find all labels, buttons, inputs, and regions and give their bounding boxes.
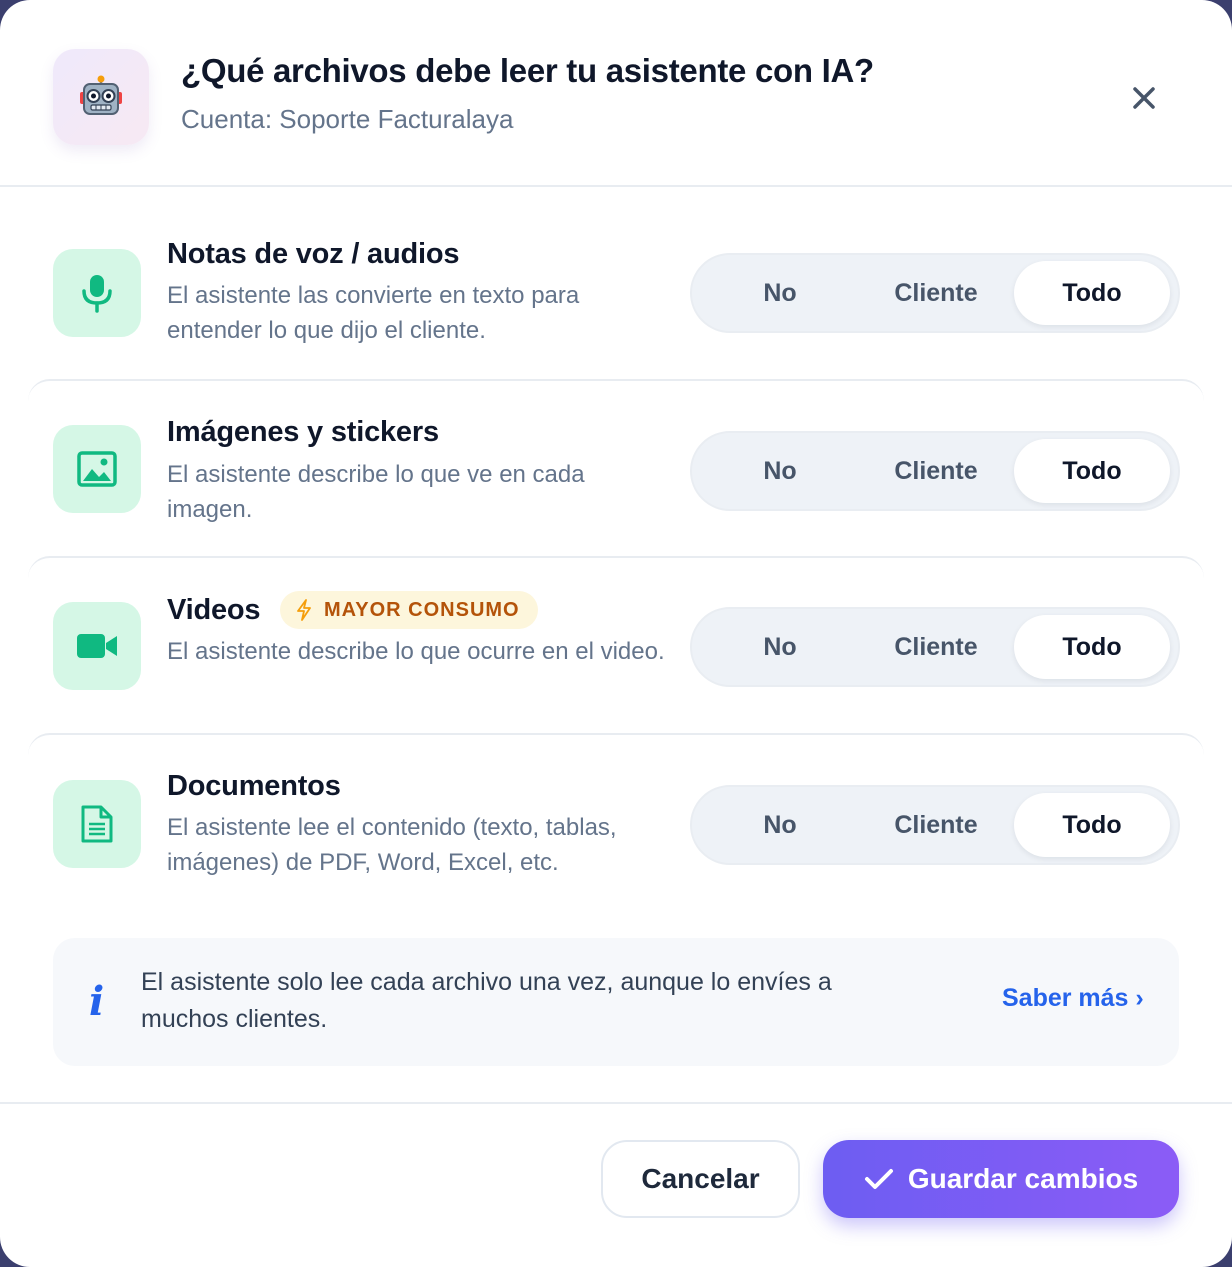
close-icon [1133,87,1155,109]
info-icon: i [89,978,105,1025]
setting-row-videos: Videos MAYOR CONSUMO El asistente descri… [28,556,1204,734]
modal-header: ¿Qué archivos debe leer tu asistente con… [0,0,1232,187]
segmented-control-documents: No Cliente Todo [690,785,1180,865]
option-no[interactable]: No [702,439,858,503]
modal-dialog: ¿Qué archivos debe leer tu asistente con… [0,0,1232,1267]
image-icon [53,425,141,513]
row-title: Documentos [167,770,341,802]
option-no[interactable]: No [702,615,858,679]
footer-divider [0,1102,1232,1104]
option-todo[interactable]: Todo [1014,439,1170,503]
option-todo[interactable]: Todo [1014,261,1170,325]
close-button[interactable] [1124,78,1164,118]
setting-row-audio: Notas de voz / audios El asistente las c… [28,202,1204,380]
row-description: El asistente lee el contenido (texto, ta… [167,814,617,876]
option-cliente[interactable]: Cliente [858,615,1014,679]
row-description: El asistente las convierte en texto para… [167,282,580,344]
robot-icon [53,49,149,145]
option-cliente[interactable]: Cliente [858,793,1014,857]
setting-row-images: Imágenes y stickers El asistente describ… [28,379,1204,557]
video-camera-icon [53,602,141,690]
option-cliente[interactable]: Cliente [858,439,1014,503]
checkmark-icon [864,1169,893,1189]
info-box: i El asistente solo lee cada archivo una… [53,938,1179,1066]
consumption-badge: MAYOR CONSUMO [280,591,538,629]
option-todo[interactable]: Todo [1014,793,1170,857]
cancel-button[interactable]: Cancelar [601,1140,800,1218]
lightning-icon [297,599,311,621]
row-title: Imágenes y stickers [167,416,439,448]
option-cliente[interactable]: Cliente [858,261,1014,325]
microphone-icon [53,249,141,337]
segmented-control-images: No Cliente Todo [690,431,1180,511]
badge-label: MAYOR CONSUMO [324,598,520,621]
modal-title: ¿Qué archivos debe leer tu asistente con… [181,52,874,89]
save-button-label: Guardar cambios [907,1163,1139,1194]
option-todo[interactable]: Todo [1014,615,1170,679]
segmented-control-audio: No Cliente Todo [690,253,1180,333]
row-description: El asistente describe lo que ve en cada … [167,461,585,523]
setting-row-documents: Documentos El asistente lee el contenido… [28,733,1204,911]
learn-more-link[interactable]: Saber más › [1002,984,1144,1013]
option-no[interactable]: No [702,261,858,325]
row-title: Videos [167,594,261,626]
segmented-control-videos: No Cliente Todo [690,607,1180,687]
info-text: El asistente solo lee cada archivo una v… [141,968,832,1033]
account-subtitle: Cuenta: Soporte Facturalaya [181,104,514,134]
row-title: Notas de voz / audios [167,238,460,270]
option-no[interactable]: No [702,793,858,857]
save-button[interactable]: Guardar cambios [823,1140,1179,1218]
document-icon [53,780,141,868]
row-description: El asistente describe lo que ocurre en e… [167,638,665,665]
